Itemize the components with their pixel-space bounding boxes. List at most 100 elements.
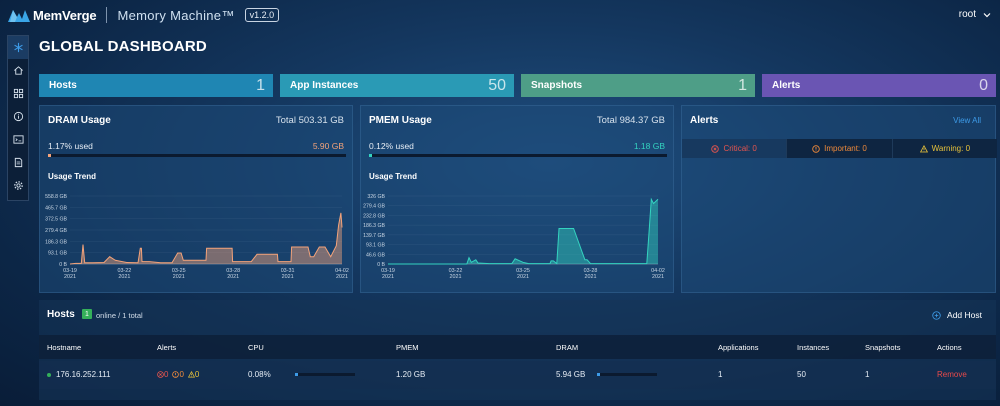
- online-status-dot: [47, 372, 51, 377]
- table-row[interactable]: 176.16.252.111 0 0 0 0.08% 1.20 GB 5.94 …: [39, 361, 996, 389]
- column-header-actions[interactable]: Actions: [937, 343, 962, 352]
- user-name: root: [958, 9, 976, 20]
- online-count-badge: 1: [82, 309, 92, 319]
- plus-circle-icon: [932, 310, 941, 320]
- dram-used-percent: 1.17% used: [48, 141, 93, 151]
- alerts-panel: Alerts View All Critical: 0 Important: 0…: [681, 105, 997, 293]
- x-tick-year-label: 2021: [450, 274, 462, 280]
- instances-cell: 50: [797, 370, 806, 379]
- x-tick-year-label: 2021: [517, 274, 529, 280]
- y-tick-label: 326 GB: [367, 194, 385, 200]
- warning-icon: [187, 371, 195, 378]
- y-tick-label: 93.1 GB: [48, 251, 68, 257]
- y-tick-label: 93.1 GB: [366, 243, 386, 249]
- pmem-usage-panel: PMEM Usage Total 984.37 GB 0.12% used 1.…: [360, 105, 674, 293]
- hosts-title: Hosts: [47, 309, 75, 320]
- dram-cell: 5.94 GB: [556, 370, 658, 379]
- pmem-panel-title: PMEM Usage: [369, 115, 432, 126]
- warning-alerts-filter[interactable]: Warning: 0: [892, 139, 997, 158]
- cpu-usage-bar-fill: [294, 373, 298, 376]
- sidebar-item-applications[interactable]: [8, 82, 28, 105]
- pmem-cell: 1.20 GB: [396, 370, 426, 379]
- remove-host-button[interactable]: Remove: [937, 370, 967, 379]
- version-badge: v1.2.0: [244, 8, 280, 22]
- host-critical-count: 0: [157, 370, 170, 379]
- critical-alerts-count: Critical: 0: [723, 144, 757, 153]
- critical-icon: [157, 371, 164, 378]
- pmem-used-value: 1.18 GB: [633, 141, 665, 151]
- column-header-cpu[interactable]: CPU: [248, 343, 264, 352]
- column-header-alerts[interactable]: Alerts: [157, 343, 176, 352]
- column-header-applications[interactable]: Applications: [718, 343, 758, 352]
- sidebar-item-reports[interactable]: [8, 151, 28, 174]
- product-name: Memory Machine™: [117, 7, 235, 23]
- dram-usage-panel: DRAM Usage Total 503.31 GB 1.17% used 5.…: [39, 105, 353, 293]
- host-alert-counts: 0 0 0: [157, 370, 203, 379]
- x-tick-year-label: 2021: [227, 274, 239, 280]
- column-header-instances[interactable]: Instances: [797, 343, 829, 352]
- sidebar-item-dashboard[interactable]: [8, 36, 28, 59]
- gear-icon: [13, 181, 23, 190]
- y-tick-label: 232.8 GB: [363, 213, 385, 219]
- dram-panel-title: DRAM Usage: [48, 115, 111, 126]
- sidebar-item-console[interactable]: [8, 128, 28, 151]
- stat-label: Alerts: [772, 80, 801, 91]
- y-tick-label: 279.4 GB: [363, 204, 385, 210]
- stat-value: 1: [256, 76, 265, 94]
- applications-cell: 1: [718, 370, 723, 379]
- snapshots-cell: 1: [865, 370, 870, 379]
- warning-alerts-count: Warning: 0: [931, 144, 971, 153]
- x-tick-year-label: 2021: [336, 274, 348, 280]
- y-tick-label: 279.4 GB: [45, 228, 67, 234]
- pmem-usage-bar: [369, 154, 667, 157]
- y-tick-label: 465.7 GB: [45, 205, 67, 211]
- y-tick-label: 186.3 GB: [363, 223, 385, 229]
- report-icon: [14, 157, 22, 168]
- y-tick-label: 558.8 GB: [45, 194, 67, 200]
- warning-icon: [919, 144, 928, 152]
- column-header-snapshots[interactable]: Snapshots: [865, 343, 900, 352]
- x-tick-year-label: 2021: [118, 274, 130, 280]
- cpu-cell: 0.08%: [248, 370, 355, 379]
- y-tick-label: 46.6 GB: [366, 252, 386, 258]
- hosts-stat-card[interactable]: Hosts 1: [39, 74, 273, 97]
- top-bar: MemVerge Memory Machine™ v1.2.0 root: [0, 0, 1000, 30]
- critical-alerts-filter[interactable]: Critical: 0: [682, 139, 788, 158]
- alerts-stat-card[interactable]: Alerts 0: [762, 74, 996, 97]
- dram-trend-chart: 558.8 GB 465.7 GB 372.5 GB 279.4 GB 186.3 GB…: [45, 194, 349, 280]
- brand[interactable]: MemVerge: [8, 8, 97, 23]
- snapshots-stat-card[interactable]: Snapshots 1: [521, 74, 755, 97]
- page-title: GLOBAL DASHBOARD: [39, 38, 207, 55]
- info-icon: [13, 111, 23, 122]
- chevron-down-icon: [983, 12, 991, 17]
- x-tick-year-label: 2021: [652, 274, 664, 280]
- pmem-total: Total 984.37 GB: [596, 115, 665, 126]
- sidebar-item-home[interactable]: [8, 59, 28, 82]
- stat-label: Snapshots: [531, 80, 583, 91]
- column-header-hostname[interactable]: Hostname: [47, 343, 81, 352]
- user-menu[interactable]: root: [959, 9, 992, 20]
- home-icon: [13, 66, 23, 75]
- terminal-icon: [12, 135, 24, 144]
- host-warning-count: 0: [187, 370, 201, 379]
- column-header-pmem[interactable]: PMEM: [396, 343, 419, 352]
- stat-label: Hosts: [49, 80, 77, 91]
- hostname-cell[interactable]: 176.16.252.111: [47, 370, 110, 379]
- y-tick-label: 139.7 GB: [363, 233, 385, 239]
- dram-trend-label: Usage Trend: [48, 172, 97, 181]
- sidebar-item-alerts[interactable]: [8, 105, 28, 128]
- sidebar-item-settings[interactable]: [8, 174, 28, 197]
- dram-value: 5.94 GB: [556, 370, 586, 379]
- dram-usage-bar-fill: [48, 154, 52, 157]
- app-instances-stat-card[interactable]: App Instances 50: [280, 74, 514, 97]
- cpu-usage-bar: [294, 373, 355, 376]
- x-tick-year-label: 2021: [382, 274, 394, 280]
- hostname-value: 176.16.252.111: [56, 370, 111, 379]
- column-header-dram[interactable]: DRAM: [556, 343, 578, 352]
- pmem-used-percent: 0.12% used: [369, 141, 414, 151]
- view-all-alerts-link[interactable]: View All: [953, 116, 981, 125]
- important-alerts-filter[interactable]: Important: 0: [787, 139, 893, 158]
- dram-row-usage-bar: [597, 373, 658, 376]
- add-host-button[interactable]: Add Host: [932, 310, 982, 320]
- stat-value: 0: [979, 76, 988, 94]
